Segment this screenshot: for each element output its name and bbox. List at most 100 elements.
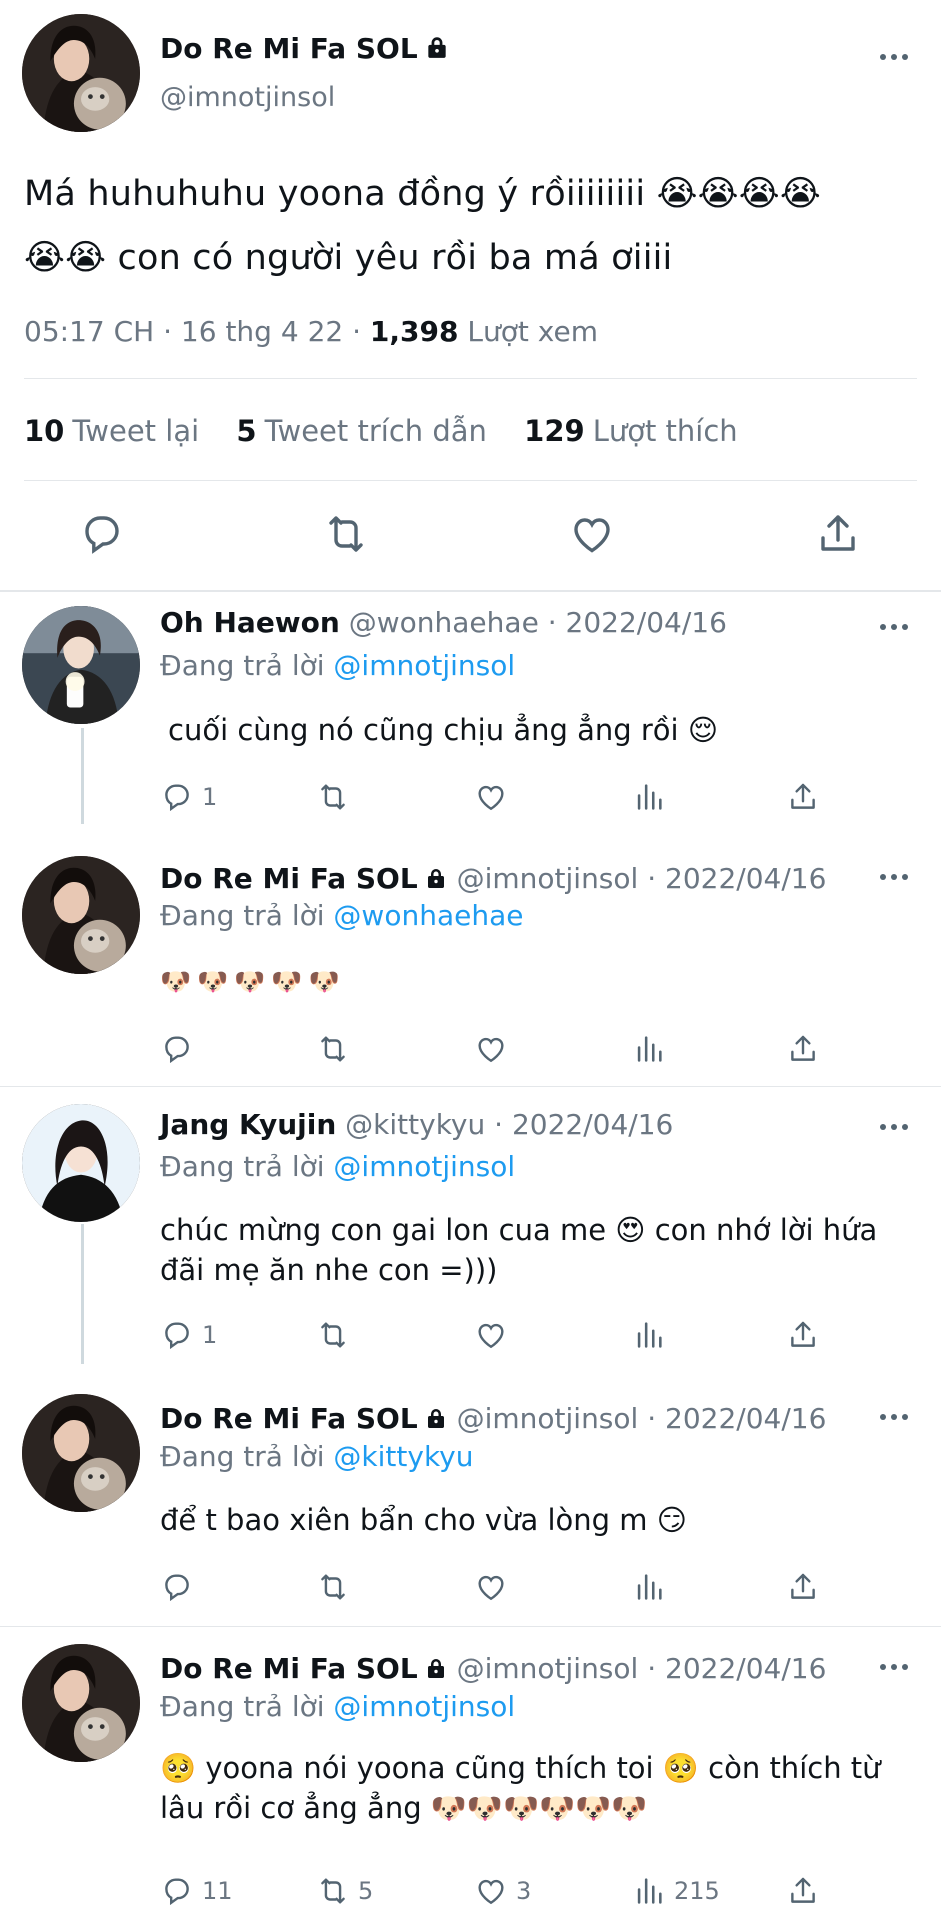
tweet-text: Má huhuhuhu yoona đồng ý rồiiiiiiii 😭😭😭😭… (24, 162, 924, 290)
lock-icon (424, 34, 450, 67)
views-button[interactable] (632, 780, 674, 814)
reply-handle[interactable]: @imnotjinsol (457, 862, 639, 895)
reply-button[interactable] (160, 1032, 202, 1066)
tweet-text-line: Má huhuhuhu yoona đồng ý rồiiiiiiii 😭😭😭😭 (24, 174, 821, 214)
tweet-date[interactable]: 16 thg 4 22 (181, 315, 343, 348)
like-button[interactable] (474, 1570, 516, 1604)
like-button[interactable] (474, 1032, 516, 1066)
divider (0, 1086, 941, 1087)
replying-to: Đang trả lời @kittykyu (160, 1440, 473, 1473)
like-icon[interactable] (568, 510, 616, 558)
reply-date[interactable]: 2022/04/16 (566, 606, 727, 639)
retweets-stat[interactable]: 10 Tweet lại (24, 414, 199, 448)
author-handle[interactable]: @imnotjinsol (160, 82, 335, 113)
reply-date[interactable]: 2022/04/16 (665, 1652, 826, 1685)
reply-display-name[interactable]: Do Re Mi Fa SOL (160, 1402, 418, 1435)
views-button[interactable] (632, 1032, 674, 1066)
more-options-icon[interactable] (878, 872, 910, 882)
reply-count: 11 (202, 1877, 233, 1905)
replying-to-handle[interactable]: @imnotjinsol (333, 1150, 515, 1183)
reply-avatar[interactable] (22, 1394, 140, 1512)
reply-handle[interactable]: @imnotjinsol (457, 1652, 639, 1685)
divider (24, 480, 917, 481)
views-count: 1,398 (369, 315, 459, 348)
quotes-label: Tweet trích dẫn (264, 414, 487, 448)
share-button[interactable] (786, 1874, 820, 1908)
reply-text: để t bao xiên bẩn cho vừa lòng m 😏 (160, 1503, 687, 1537)
views-button[interactable]: 215 (632, 1874, 720, 1908)
reply-handle[interactable]: @imnotjinsol (457, 1402, 639, 1435)
more-options-icon[interactable] (878, 1662, 910, 1672)
lock-icon (424, 1404, 448, 1437)
author-name-text: Do Re Mi Fa SOL (160, 32, 418, 65)
quotes-count: 5 (236, 414, 257, 448)
reply-handle[interactable]: @kittykyu (345, 1108, 485, 1141)
share-button[interactable] (786, 780, 820, 814)
like-count: 3 (516, 1877, 532, 1905)
retweet-button[interactable] (316, 1318, 358, 1352)
retweet-button[interactable]: 5 (316, 1874, 373, 1908)
separator: · (547, 606, 557, 639)
share-icon[interactable] (814, 510, 862, 558)
reply-avatar[interactable] (22, 856, 140, 974)
thread-line (81, 1224, 84, 1364)
separator: · (163, 315, 173, 348)
reply-display-name[interactable]: Do Re Mi Fa SOL (160, 862, 418, 895)
retweet-button[interactable] (316, 780, 358, 814)
views-button[interactable] (632, 1318, 674, 1352)
more-options-icon[interactable] (878, 52, 910, 62)
reply-avatar[interactable] (22, 1644, 140, 1762)
retweet-count: 5 (358, 1877, 374, 1905)
replying-to: Đang trả lời @wonhaehae (160, 899, 523, 932)
like-button[interactable]: 3 (474, 1874, 531, 1908)
share-button[interactable] (786, 1318, 820, 1352)
reply-text-line: chúc mừng con gai lon cua me 😍 con nhớ l… (160, 1213, 878, 1247)
replying-to-handle[interactable]: @wonhaehae (333, 899, 523, 932)
reply-button[interactable]: 1 (160, 1318, 217, 1352)
retweet-button[interactable] (316, 1570, 358, 1604)
like-button[interactable] (474, 780, 516, 814)
author-display-name[interactable]: Do Re Mi Fa SOL (160, 32, 450, 67)
replying-to-handle[interactable]: @imnotjinsol (333, 649, 515, 682)
share-button[interactable] (786, 1570, 820, 1604)
lock-icon (424, 864, 448, 897)
reply-button[interactable]: 1 (160, 780, 217, 814)
reply-avatar[interactable] (22, 606, 140, 724)
like-button[interactable] (474, 1318, 516, 1352)
separator: · (647, 862, 657, 895)
tweet-time[interactable]: 05:17 CH (24, 315, 154, 348)
retweet-button[interactable] (316, 1032, 358, 1066)
author-avatar[interactable] (22, 14, 140, 132)
more-options-icon[interactable] (878, 1122, 910, 1132)
separator: · (352, 315, 362, 348)
reply-avatar[interactable] (22, 1104, 140, 1222)
reply-display-name[interactable]: Do Re Mi Fa SOL (160, 1652, 418, 1685)
reply-text-line: đãi mẹ ăn nhe con =))) (160, 1253, 498, 1287)
replying-to-handle[interactable]: @imnotjinsol (333, 1690, 515, 1723)
thread-line (81, 728, 84, 824)
reply-date[interactable]: 2022/04/16 (512, 1108, 673, 1141)
reply-date[interactable]: 2022/04/16 (665, 1402, 826, 1435)
views-button[interactable] (632, 1570, 674, 1604)
more-options-icon[interactable] (878, 1412, 910, 1422)
views-label: Lượt xem (467, 315, 598, 348)
likes-count: 129 (524, 414, 585, 448)
reply-display-name[interactable]: Jang Kyujin (160, 1108, 336, 1141)
divider (0, 590, 941, 592)
reply-button[interactable] (160, 1570, 202, 1604)
retweet-icon[interactable] (322, 510, 370, 558)
more-options-icon[interactable] (878, 622, 910, 632)
reply-handle[interactable]: @wonhaehae (349, 606, 539, 639)
reply-header: Oh Haewon @wonhaehae · 2022/04/16 (160, 606, 727, 639)
reply-button[interactable]: 11 (160, 1874, 233, 1908)
share-button[interactable] (786, 1032, 820, 1066)
reply-date[interactable]: 2022/04/16 (665, 862, 826, 895)
reply-header: Do Re Mi Fa SOL @imnotjinsol · 2022/04/1… (160, 1402, 826, 1437)
replying-to: Đang trả lời @imnotjinsol (160, 1690, 515, 1723)
replying-to-handle[interactable]: @kittykyu (333, 1440, 473, 1473)
reply-icon[interactable] (78, 510, 126, 558)
quotes-stat[interactable]: 5 Tweet trích dẫn (236, 414, 487, 448)
reply-display-name[interactable]: Oh Haewon (160, 606, 340, 639)
replying-label: Đang trả lời (160, 899, 325, 932)
likes-stat[interactable]: 129 Lượt thích (524, 414, 738, 448)
